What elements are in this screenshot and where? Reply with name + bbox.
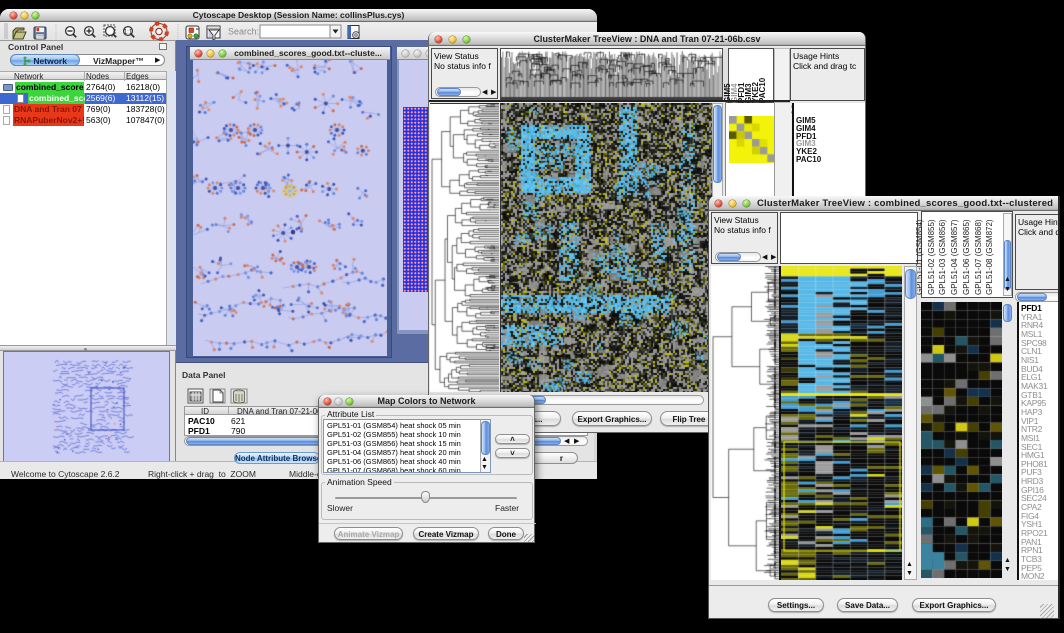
svg-text:1:1: 1:1 (124, 30, 133, 36)
svg-text:Search:: Search: (228, 27, 259, 37)
